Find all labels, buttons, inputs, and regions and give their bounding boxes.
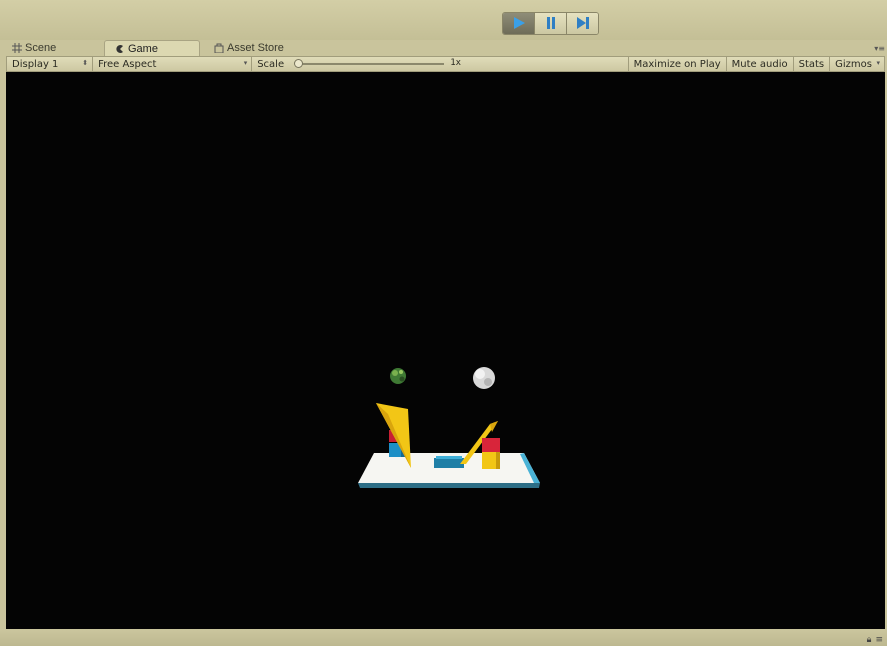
tab-scene-label: Scene (25, 42, 57, 54)
maximize-on-play-label: Maximize on Play (633, 58, 721, 70)
dropdown-arrow-icon: ▾ (243, 59, 248, 67)
lock-icon[interactable]: 🔒︎ (867, 635, 872, 645)
play-icon (512, 14, 526, 33)
green-rock (390, 368, 406, 384)
status-icons: 🔒︎ ≡ (867, 635, 883, 645)
pause-button[interactable] (535, 13, 567, 34)
scale-slider-handle[interactable] (294, 59, 304, 68)
menu-icon[interactable]: ≡ (875, 635, 883, 645)
stats-label: Stats (798, 58, 825, 70)
pause-icon (545, 14, 557, 33)
unity-editor-window: Scene Game Asset Store ▾≡ Display 1 ⬍ Fr… (0, 0, 887, 646)
play-button[interactable] (503, 13, 535, 34)
game-scene (358, 367, 540, 488)
tab-asset-store-label: Asset Store (227, 42, 284, 54)
step-icon (576, 14, 590, 33)
scale-slider-track[interactable] (296, 63, 445, 65)
gizmos-label: Gizmos (835, 58, 872, 70)
tab-strip: Scene Game Asset Store ▾≡ (0, 40, 887, 56)
scale-value: 1x (450, 58, 462, 68)
center-pad (434, 456, 464, 468)
tab-menu-icon[interactable]: ▾≡ (874, 44, 885, 53)
maximize-on-play-toggle[interactable]: Maximize on Play (627, 57, 726, 71)
grid-icon (12, 43, 22, 53)
stats-toggle[interactable]: Stats (792, 57, 830, 71)
tab-scene[interactable]: Scene (12, 40, 56, 56)
scale-control: Scale 1x (252, 57, 627, 71)
dropdown-arrow-icon: ⬍ (82, 59, 89, 67)
mute-audio-toggle[interactable]: Mute audio (725, 57, 793, 71)
play-controls (502, 12, 599, 35)
tab-game-label: Game (128, 42, 158, 55)
game-view-toolbar: Display 1 ⬍ Free Aspect ▾ Scale 1x Maxim… (6, 56, 885, 72)
game-viewport[interactable] (6, 72, 885, 629)
gizmos-dropdown[interactable]: Gizmos ▾ (829, 57, 884, 71)
dropdown-arrow-icon: ▾ (876, 59, 880, 67)
scale-label: Scale (257, 58, 285, 70)
aspect-label: Free Aspect (98, 58, 157, 70)
store-bag-icon (214, 43, 224, 53)
white-sphere (473, 367, 495, 389)
mute-audio-label: Mute audio (731, 58, 788, 70)
display-dropdown[interactable]: Display 1 ⬍ (7, 57, 94, 71)
aspect-dropdown[interactable]: Free Aspect ▾ (93, 57, 253, 71)
game-controller-icon (115, 44, 125, 54)
tab-asset-store[interactable]: Asset Store (214, 40, 284, 56)
tab-game[interactable]: Game (104, 40, 200, 56)
main-toolbar (0, 0, 887, 40)
step-button[interactable] (567, 13, 598, 34)
status-bar: 🔒︎ ≡ (0, 629, 887, 646)
display-label: Display 1 (12, 58, 59, 70)
game-toolbar-toggles: Maximize on Play Mute audio Stats Gizmos… (627, 57, 884, 71)
right-block-stack (482, 438, 500, 469)
